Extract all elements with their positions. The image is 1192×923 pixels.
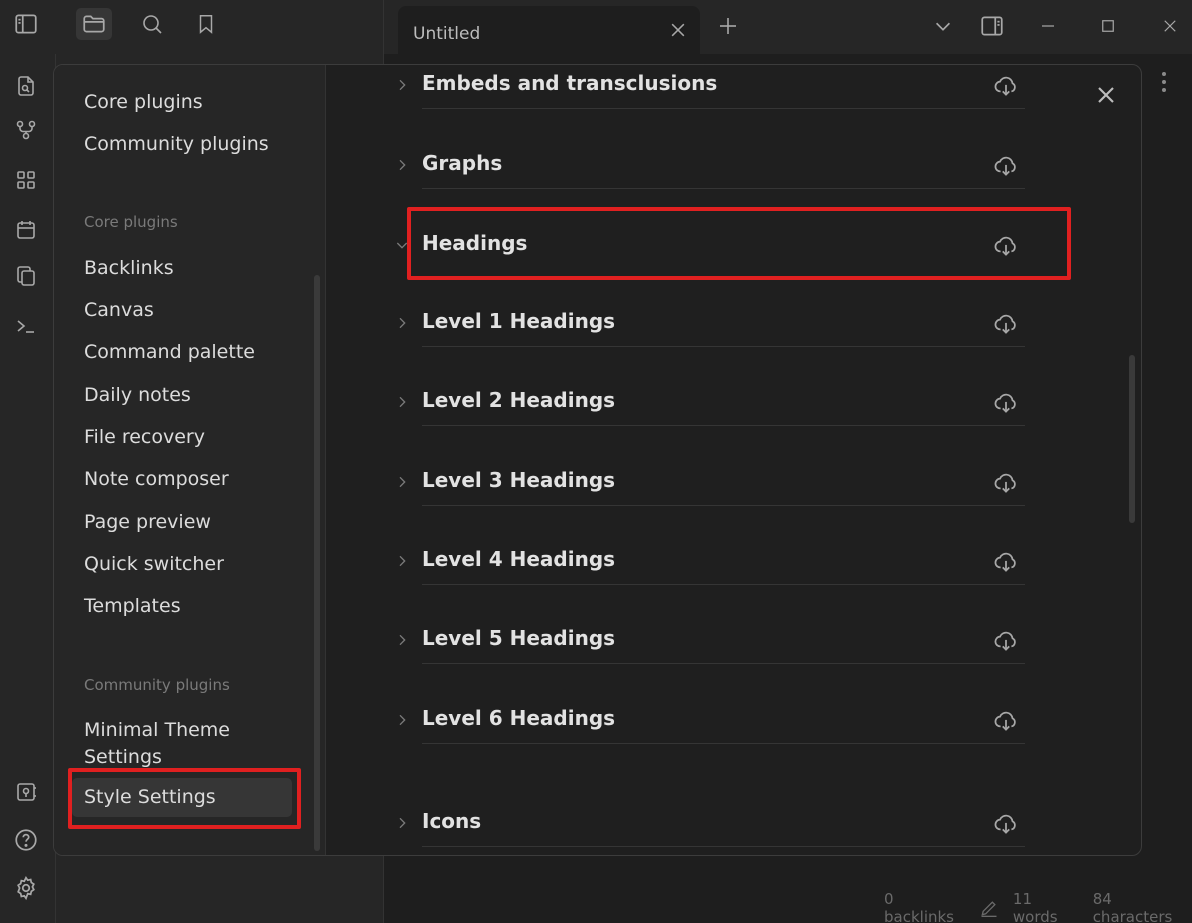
chevron-down-icon[interactable] [394,237,410,253]
nav-scrollbar[interactable] [314,275,320,851]
file-search-icon[interactable] [12,72,40,100]
minimize-icon[interactable] [1034,12,1062,40]
chevron-right-icon[interactable] [394,815,410,831]
gear-icon[interactable] [12,874,40,902]
section-row-level-3[interactable]: Level 3 Headings [399,466,1025,506]
left-ribbon [0,54,56,923]
cloud-download-icon[interactable] [993,153,1019,179]
content-scrollbar[interactable] [1129,355,1135,523]
cloud-download-icon[interactable] [993,73,1019,99]
section-row-icons[interactable]: Icons [399,807,1025,847]
status-characters: 84 characters [1092,890,1173,923]
close-icon[interactable] [668,20,688,40]
settings-modal: Core plugins Community plugins Core plug… [53,64,1142,856]
folder-icon[interactable] [76,8,112,40]
nav-item-community-plugins[interactable]: Community plugins [72,125,292,164]
search-icon[interactable] [134,8,170,40]
nav-item-note-composer[interactable]: Note composer [72,460,292,499]
sidebar-header [0,0,384,54]
chevron-right-icon[interactable] [394,315,410,331]
more-vertical-icon[interactable] [1154,68,1174,96]
section-label: Level 6 Headings [422,706,616,730]
section-label: Headings [422,231,528,255]
chevron-right-icon[interactable] [394,474,410,490]
chevron-right-icon[interactable] [394,394,410,410]
right-sidebar-icon[interactable] [978,12,1006,40]
nav-item-file-recovery[interactable]: File recovery [72,418,292,457]
nav-item-quick-switcher[interactable]: Quick switcher [72,545,292,584]
graph-icon[interactable] [12,116,40,144]
tab-bar: Untitled [384,0,1192,54]
section-label: Embeds and transclusions [422,71,718,95]
chevron-right-icon[interactable] [394,157,410,173]
nav-item-canvas[interactable]: Canvas [72,291,292,330]
cloud-download-icon[interactable] [993,549,1019,575]
nav-item-style-settings[interactable]: Style Settings [72,778,292,817]
grid-icon[interactable] [12,166,40,194]
chevron-right-icon[interactable] [394,553,410,569]
section-label: Level 4 Headings [422,547,616,571]
section-label: Level 2 Headings [422,388,616,412]
chevron-down-icon[interactable] [929,12,957,40]
nav-item-minimal-theme-settings[interactable]: Minimal Theme Settings [72,711,272,777]
nav-item-command-palette[interactable]: Command palette [72,333,292,372]
nav-item-templates[interactable]: Templates [72,587,292,626]
sidebar-toggle-icon[interactable] [8,8,44,40]
vault-icon[interactable] [12,778,40,806]
close-window-icon[interactable] [1156,12,1184,40]
close-icon[interactable] [1092,81,1120,109]
help-icon[interactable] [12,826,40,854]
calendar-icon[interactable] [12,216,40,244]
title-bar: Untitled [0,0,1192,54]
section-row-level-5[interactable]: Level 5 Headings [399,624,1025,664]
settings-content: Embeds and transclusions Graphs Headings… [326,65,1141,855]
chevron-right-icon[interactable] [394,712,410,728]
section-row-graphs[interactable]: Graphs [399,149,1025,189]
status-bar: 0 backlinks 11 words 84 characters [872,890,1192,923]
status-words: 11 words [1012,890,1058,923]
section-label: Level 1 Headings [422,309,616,333]
plus-icon[interactable] [716,14,740,38]
bookmark-icon[interactable] [188,8,224,40]
nav-heading-community-plugins: Community plugins [84,676,230,694]
section-label: Level 3 Headings [422,468,616,492]
nav-heading-core-plugins: Core plugins [84,213,178,231]
cloud-download-icon[interactable] [993,628,1019,654]
section-label: Graphs [422,151,503,175]
chevron-right-icon[interactable] [394,632,410,648]
chevron-right-icon[interactable] [394,77,410,93]
tab-title: Untitled [413,24,481,44]
maximize-icon[interactable] [1094,12,1122,40]
nav-item-daily-notes[interactable]: Daily notes [72,376,292,415]
cloud-download-icon[interactable] [993,708,1019,734]
status-backlinks[interactable]: 0 backlinks [884,890,965,923]
tab-untitled[interactable]: Untitled [398,6,700,54]
settings-nav: Core plugins Community plugins Core plug… [54,65,326,855]
section-row-level-1[interactable]: Level 1 Headings [399,307,1025,347]
pencil-icon[interactable] [979,898,999,918]
section-row-level-4[interactable]: Level 4 Headings [399,545,1025,585]
section-row-level-6[interactable]: Level 6 Headings [399,704,1025,744]
copy-icon[interactable] [12,262,40,290]
section-label: Level 5 Headings [422,626,616,650]
section-row-embeds[interactable]: Embeds and transclusions [399,69,1025,109]
cloud-download-icon[interactable] [993,311,1019,337]
cloud-download-icon[interactable] [993,811,1019,837]
cloud-download-icon[interactable] [993,233,1019,259]
cloud-download-icon[interactable] [993,470,1019,496]
cloud-download-icon[interactable] [993,390,1019,416]
section-row-headings[interactable]: Headings [396,229,1025,269]
nav-item-partial[interactable] [72,65,292,82]
nav-item-backlinks[interactable]: Backlinks [72,249,292,288]
terminal-icon[interactable] [12,312,40,340]
app-window: Untitled 0 backlinks 11 words 84 charact… [0,0,1192,923]
nav-item-core-plugins[interactable]: Core plugins [72,83,292,122]
section-row-level-2[interactable]: Level 2 Headings [399,386,1025,426]
nav-item-page-preview[interactable]: Page preview [72,503,292,542]
section-label: Icons [422,809,482,833]
